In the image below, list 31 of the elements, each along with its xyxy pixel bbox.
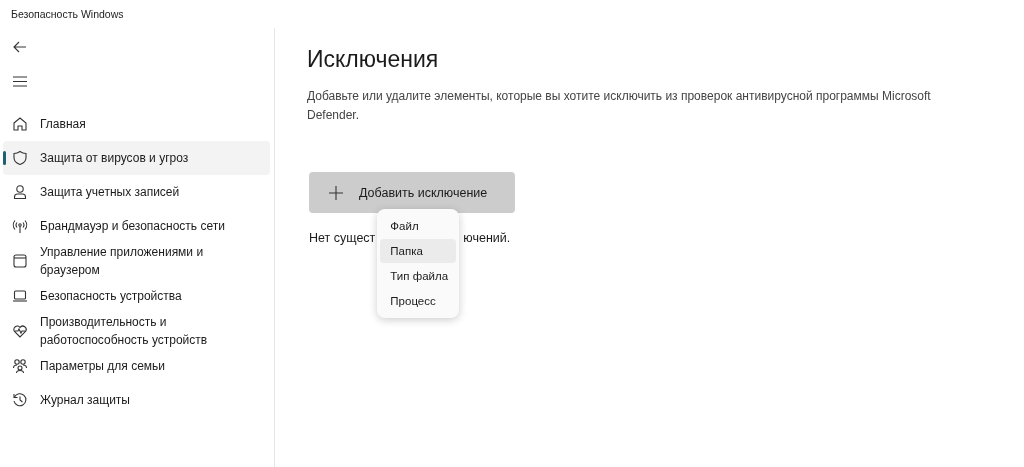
add-exclusion-button[interactable]: Добавить исключение <box>309 172 515 213</box>
sidebar-item[interactable]: Управление приложениями и браузером <box>3 243 270 279</box>
window-title: Безопасность Windows <box>11 8 124 20</box>
empty-message: ючений. <box>463 231 511 245</box>
page-heading: Исключения <box>307 46 440 73</box>
antenna-icon <box>12 218 28 234</box>
sidebar-item[interactable]: Главная <box>3 107 270 141</box>
window-icon <box>12 253 28 269</box>
menu-item[interactable]: Файл <box>380 214 457 238</box>
page-description: Добавьте или удалите элементы, которые вы хотите исключить из проверок антивирусной программы Microsoft Defender. <box>307 88 932 124</box>
back-icon[interactable] <box>13 41 27 53</box>
laptop-icon <box>12 288 28 304</box>
family-icon <box>12 358 28 374</box>
person-icon <box>12 184 28 200</box>
sidebar-item[interactable]: Производительность и работоспособность устройств <box>3 313 270 349</box>
plus-icon <box>329 185 343 200</box>
home-icon <box>12 116 28 132</box>
menu-item[interactable]: Процесс <box>380 289 457 313</box>
sidebar-item[interactable]: Параметры для семьи <box>3 349 270 383</box>
sidebar-item[interactable]: Защита учетных записей <box>3 175 270 209</box>
shield-icon <box>12 150 28 166</box>
menu-item[interactable]: Папка <box>380 239 457 263</box>
sidebar-item[interactable]: Журнал защиты <box>3 383 270 417</box>
history-icon <box>12 392 28 408</box>
menu-item[interactable]: Тип файла <box>380 264 457 288</box>
sidebar-item[interactable]: Брандмауэр и безопасность сети <box>3 209 270 243</box>
empty-message: Нет сущест <box>309 231 376 245</box>
sidebar-item[interactable]: Защита от вирусов и угроз <box>3 141 270 175</box>
sidebar-item[interactable]: Безопасность устройства <box>3 279 270 313</box>
menu-icon[interactable] <box>13 76 27 87</box>
heart-icon <box>12 323 28 339</box>
